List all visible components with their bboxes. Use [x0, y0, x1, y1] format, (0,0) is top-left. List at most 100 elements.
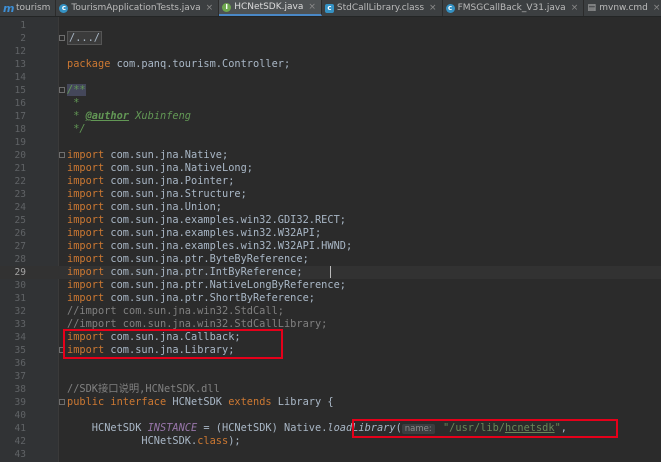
code-line[interactable]: 22 import com.sun.jna.Pointer; [0, 175, 661, 188]
code-line[interactable]: 43 [0, 448, 661, 461]
code-line[interactable]: 37 [0, 370, 661, 383]
code-line[interactable]: 21 import com.sun.jna.NativeLong; [0, 162, 661, 175]
keyword: import [67, 201, 105, 213]
code-line[interactable]: 13 package com.panq.tourism.Controller; [0, 58, 661, 71]
close-tab-icon[interactable]: × [653, 3, 661, 13]
code-rest: com.sun.jna.Structure; [104, 188, 247, 200]
fold-marker-icon[interactable] [59, 87, 65, 93]
code-text: import com.sun.jna.ptr.ShortByReference; [67, 292, 315, 305]
line-number: 29 [14, 267, 26, 278]
fold-marker-icon[interactable] [59, 152, 65, 158]
line-number: 39 [14, 397, 26, 408]
tab-1[interactable]: c TourismApplicationTests.java × [56, 0, 220, 16]
code-line[interactable]: 16 * [0, 97, 661, 110]
code-text: package com.panq.tourism.Controller; [67, 58, 290, 71]
code-line[interactable]: 39 public interface HCNetSDK extends Libr… [0, 396, 661, 409]
keyword: interface [110, 396, 167, 408]
highlight-box-imports [63, 329, 283, 359]
close-tab-icon[interactable]: × [571, 3, 579, 13]
line-number: 16 [14, 98, 26, 109]
code-line[interactable]: 24 import com.sun.jna.Union; [0, 201, 661, 214]
code-rest: com.sun.jna.ptr.ByteByReference; [104, 253, 309, 265]
code-rest: com.sun.jna.NativeLong; [104, 162, 253, 174]
line-number: 1 [20, 20, 26, 31]
keyword: import [67, 214, 105, 226]
line-number: 43 [14, 449, 26, 460]
code-line[interactable]: 28 import com.sun.jna.ptr.ByteByReference… [0, 253, 661, 266]
code-text: import com.sun.jna.ptr.IntByReference; [67, 266, 303, 279]
code-line[interactable]: 14 [0, 71, 661, 84]
line-number: 18 [14, 124, 26, 135]
tab-2[interactable]: I HCNetSDK.java × [219, 0, 322, 16]
code-text: * @author Xubinfeng [67, 110, 191, 123]
fold-marker-icon[interactable] [59, 399, 65, 405]
tab-label: StdCallLibrary.class [336, 3, 425, 13]
line-number: 12 [14, 46, 26, 57]
code-rest: HCNetSDK. [67, 435, 198, 447]
tab-4[interactable]: c FMSGCallBack_V31.java × [443, 0, 585, 16]
code-line[interactable]: 23 import com.sun.jna.Structure; [0, 188, 661, 201]
code-line[interactable]: 31 import com.sun.jna.ptr.ShortByReferenc… [0, 292, 661, 305]
keyword: import [67, 175, 105, 187]
module-icon: m [3, 1, 15, 15]
close-tab-icon[interactable]: × [206, 3, 214, 13]
comment: //SDK接口说明,HCNetSDK.dll [67, 383, 220, 395]
folded-region[interactable]: /.../ [67, 31, 102, 45]
code-line[interactable]: 32 //import com.sun.jna.win32.StdCall; [0, 305, 661, 318]
interface-name: HCNetSDK [166, 396, 229, 408]
fold-marker-icon[interactable] [59, 35, 65, 41]
code-editor[interactable]: 1 2/.../12 13 package com.panq.tourism.Cont… [0, 17, 661, 462]
line-number: 28 [14, 254, 26, 265]
javadoc: Xubinfeng [129, 110, 192, 122]
code-text: import com.sun.jna.examples.win32.GDI32.… [67, 214, 346, 227]
tab-5[interactable]: ▤ mvnw.cmd × [584, 0, 661, 16]
tab-label: tourism [16, 3, 51, 13]
code-text: import com.sun.jna.NativeLong; [67, 162, 253, 175]
code-line[interactable]: 2 /.../ [0, 31, 661, 45]
keyword: package [67, 58, 111, 70]
keyword: public [67, 396, 105, 408]
code-rest: com.sun.jna.Pointer; [104, 175, 235, 187]
static-field: INSTANCE [147, 422, 198, 434]
line-number: 41 [14, 423, 26, 434]
line-number: 35 [14, 345, 26, 356]
code-rest: com.sun.jna.examples.win32.GDI32.RECT; [104, 214, 346, 226]
javadoc: * [67, 97, 80, 109]
line-number: 21 [14, 163, 26, 174]
line-number: 38 [14, 384, 26, 395]
code-line[interactable]: 12 [0, 45, 661, 58]
code-text: //SDK接口说明,HCNetSDK.dll [67, 383, 220, 396]
interface-icon: I [222, 2, 232, 12]
code-line[interactable]: 18 */ [0, 123, 661, 136]
close-tab-icon[interactable]: × [308, 2, 316, 12]
keyword: import [67, 292, 105, 304]
code-text: /.../ [67, 31, 102, 45]
keyword: import [67, 149, 105, 161]
code-line[interactable]: 25 import com.sun.jna.examples.win32.GDI3… [0, 214, 661, 227]
code-text: //import com.sun.jna.win32.StdCall; [67, 305, 284, 318]
keyword: import [67, 279, 105, 291]
keyword: import [67, 188, 105, 200]
code-rest: com.sun.jna.ptr.NativeLongByReference; [104, 279, 346, 291]
code-line[interactable]: 26 import com.sun.jna.examples.win32.W32A… [0, 227, 661, 240]
close-tab-icon[interactable]: × [429, 3, 437, 13]
line-number: 34 [14, 332, 26, 343]
code-line[interactable]: 17 * @author Xubinfeng [0, 110, 661, 123]
keyword: extends [228, 396, 272, 408]
code-text: HCNetSDK.class); [67, 435, 241, 448]
code-line[interactable]: 38 //SDK接口说明,HCNetSDK.dll [0, 383, 661, 396]
code-rest: com.sun.jna.Native; [104, 149, 229, 161]
text-caret [330, 266, 331, 278]
code-rest: ); [228, 435, 241, 447]
code-line[interactable]: 30 import com.sun.jna.ptr.NativeLongByRef… [0, 279, 661, 292]
code-text: import com.sun.jna.Native; [67, 149, 228, 162]
tab-3[interactable]: c StdCallLibrary.class × [322, 0, 443, 16]
code-line[interactable]: 19 [0, 136, 661, 149]
comment: //import com.sun.jna.win32.StdCall; [67, 305, 284, 317]
javadoc: /** [67, 84, 86, 96]
code-line[interactable]: 15 /** [0, 84, 661, 97]
line-number: 32 [14, 306, 26, 317]
code-line[interactable]: 20 import com.sun.jna.Native; [0, 149, 661, 162]
tab-0[interactable]: m tourism [0, 0, 57, 16]
code-line[interactable]: 27 import com.sun.jna.examples.win32.W32A… [0, 240, 661, 253]
